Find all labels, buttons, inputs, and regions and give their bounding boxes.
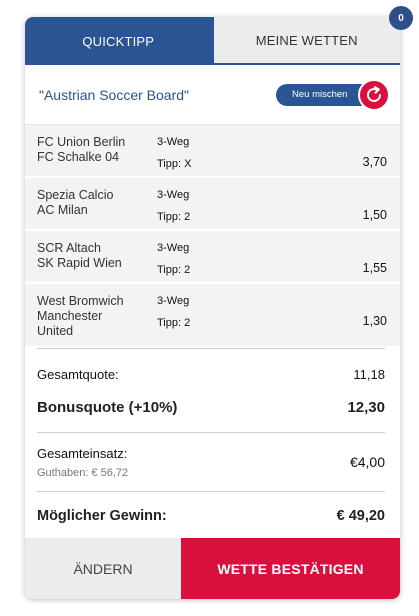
change-button[interactable]: ÄNDERN [25,538,181,599]
team-away-cont: United [37,324,74,338]
stake-value[interactable]: €4,00 [350,454,385,470]
total-odds-label: Gesamtquote: [37,367,119,382]
tip-teams: FC Union Berlin FC Schalke 04 [37,135,157,165]
team-home: FC Union Berlin [37,135,126,149]
betslip-actions: ÄNDERN WETTE BESTÄTIGEN [25,538,400,599]
tip-row: FC Union Berlin FC Schalke 04 3-Weg Tipp… [25,125,400,178]
tip-market: 3-Weg Tipp: 2 [157,241,297,277]
betslip-tabs: QUICKTIPP MEINE WETTEN [25,17,400,65]
board-name: "Austrian Soccer Board" [39,86,190,103]
possible-win-label: Möglicher Gewinn: [37,508,167,524]
possible-win-row: Möglicher Gewinn: € 49,20 [37,492,385,540]
tip-selection: Tipp: 2 [157,317,191,329]
tip-odd: 1,55 [362,261,387,275]
stake-label: Gesamteinsatz: [37,445,128,461]
bonus-odds-label: Bonusquote (+10%) [37,398,178,416]
tip-odd: 1,30 [362,314,387,328]
tip-selection: Tipp: 2 [157,211,191,223]
stake-row: Gesamteinsatz: Guthaben: € 56,72 €4,00 [37,433,385,491]
team-away: Manchester [37,309,103,323]
tip-teams: Spezia Calcio AC Milan [37,188,157,218]
bonus-odds-value: 12,30 [347,398,385,416]
team-home: Spezia Calcio [37,188,114,202]
credit-label: Guthaben: € 56,72 [37,466,129,479]
betslip-count-badge: 0 [389,6,413,30]
team-home: SCR Altach [37,241,101,255]
tip-market: 3-Weg Tipp: 2 [157,188,297,224]
tip-market: 3-Weg Tipp: 2 [157,294,297,330]
market-type: 3-Weg [157,295,190,307]
tip-selection: Tipp: X [157,158,192,170]
bonus-odds-row: Bonusquote (+10%) 12,30 [37,392,385,422]
market-type: 3-Weg [157,136,190,148]
confirm-bet-button[interactable]: WETTE BESTÄTIGEN [181,538,400,599]
tip-odd: 1,50 [362,208,387,222]
tip-selection: Tipp: 2 [157,264,191,276]
tip-row: Spezia Calcio AC Milan 3-Weg Tipp: 2 1,5… [25,178,400,231]
stake-info: Gesamteinsatz: Guthaben: € 56,72 [37,446,128,479]
tip-teams: SCR Altach SK Rapid Wien [37,241,157,271]
betslip-card: QUICKTIPP MEINE WETTEN "Austrian Soccer … [25,17,400,599]
market-type: 3-Weg [157,189,190,201]
tip-teams: West Bromwich Manchester United [37,294,157,339]
betslip-summary: Gesamtquote: 11,18 Bonusquote (+10%) 12,… [25,348,400,540]
tab-meine-wetten[interactable]: MEINE WETTEN [211,17,400,65]
tip-row: West Bromwich Manchester United 3-Weg Ti… [25,284,400,348]
market-type: 3-Weg [157,242,190,254]
team-away: SK Rapid Wien [37,256,122,270]
team-away: AC Milan [37,203,88,217]
tip-market: 3-Weg Tipp: X [157,135,297,171]
tip-row: SCR Altach SK Rapid Wien 3-Weg Tipp: 2 1… [25,231,400,284]
shuffle-button[interactable]: Neu mischen [276,78,390,111]
board-header: "Austrian Soccer Board" Neu mischen [25,65,400,125]
team-away: FC Schalke 04 [37,150,119,164]
team-home: West Bromwich [37,294,124,308]
possible-win-value: € 49,20 [336,508,385,524]
refresh-icon [358,78,390,111]
tab-quicktipp[interactable]: QUICKTIPP [25,17,212,65]
tip-odd: 3,70 [362,155,387,169]
total-odds-value: 11,18 [353,367,385,382]
